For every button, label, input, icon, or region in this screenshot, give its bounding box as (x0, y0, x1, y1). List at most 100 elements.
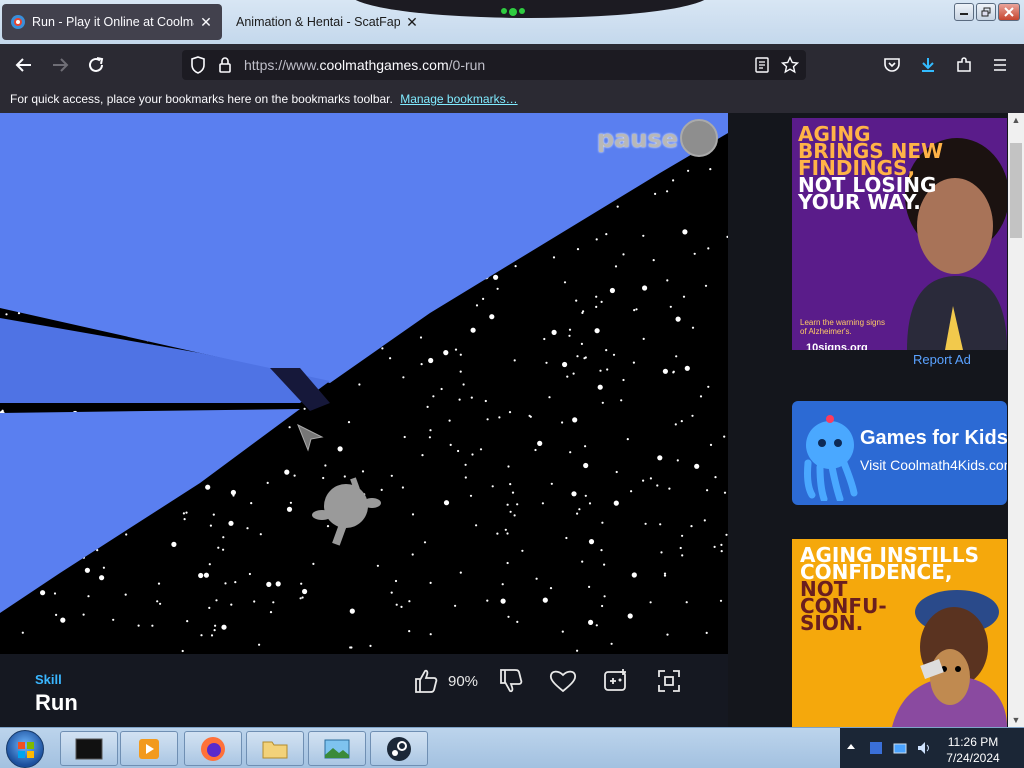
reload-icon[interactable] (85, 54, 107, 76)
star (674, 423, 677, 426)
star (584, 445, 587, 448)
tab-scatfap[interactable]: Animation & Hentai - ScatFap.com ✕ (228, 4, 428, 40)
star (496, 287, 499, 290)
folder-icon (262, 741, 288, 758)
network-icon[interactable] (892, 740, 908, 756)
taskbar-app-photos[interactable] (308, 731, 366, 766)
star (500, 598, 506, 604)
star (284, 469, 290, 475)
tab-run[interactable]: Run - Play it Online at Coolmat ✕ (2, 4, 222, 40)
pause-button[interactable] (680, 119, 718, 157)
menu-icon[interactable] (989, 54, 1011, 76)
star (576, 512, 579, 515)
add-to-playlist-button[interactable] (603, 666, 629, 696)
game-category[interactable]: Skill (35, 672, 62, 687)
close-tab-icon[interactable]: ✕ (198, 14, 214, 31)
star (563, 281, 567, 284)
star (561, 630, 564, 633)
windows-taskbar: 11:26 PM 7/24/2024 (0, 727, 1024, 768)
volume-icon[interactable] (916, 740, 932, 756)
back-icon[interactable] (13, 54, 35, 76)
star (578, 508, 581, 511)
star (432, 395, 435, 398)
star (449, 443, 452, 446)
star (205, 484, 211, 490)
tray-app-icon[interactable] (868, 740, 884, 756)
star (657, 455, 663, 461)
star (605, 233, 608, 236)
star (454, 604, 457, 607)
pause-label[interactable]: pause (597, 125, 678, 153)
manage-bookmarks-link[interactable]: Manage bookmarks… (400, 92, 517, 106)
lock-icon[interactable] (218, 56, 232, 74)
taskbar-app-media-player[interactable] (120, 731, 178, 766)
dislike-button[interactable] (499, 666, 523, 696)
star (358, 383, 361, 386)
scroll-down-icon[interactable]: ▼ (1011, 715, 1021, 725)
game-add-icon (604, 669, 626, 691)
star (569, 451, 572, 454)
scrollbar-thumb[interactable] (1010, 143, 1022, 238)
star (679, 546, 682, 550)
star (571, 491, 577, 497)
star (719, 599, 723, 602)
star (250, 502, 253, 505)
reader-view-icon[interactable] (754, 57, 770, 73)
star (408, 600, 411, 603)
fullscreen-button[interactable] (657, 666, 681, 696)
pocket-icon[interactable] (881, 54, 903, 76)
star (471, 453, 474, 456)
star (706, 489, 709, 492)
star (301, 596, 304, 599)
report-ad-link[interactable]: Report Ad (913, 352, 971, 367)
star (208, 563, 211, 566)
alzheimers-ad[interactable]: AGING BRINGS NEW FINDINGS, NOT LOSING YO… (792, 118, 1007, 350)
downloads-icon[interactable] (917, 54, 939, 76)
star (230, 603, 233, 606)
taskbar-app-terminal[interactable] (60, 731, 118, 766)
bookmark-star-icon[interactable] (781, 56, 799, 74)
star (302, 588, 308, 595)
taskbar-app-firefox[interactable] (184, 731, 242, 766)
shield-icon[interactable] (190, 56, 206, 74)
star (464, 476, 467, 479)
taskbar-app-steam[interactable] (370, 731, 428, 766)
restore-icon[interactable] (976, 3, 996, 21)
star (626, 438, 629, 441)
star (198, 572, 204, 579)
scroll-up-icon[interactable]: ▲ (1011, 115, 1021, 125)
coolmath4kids-ad[interactable]: Games for Kids Visit Coolmath4Kids.com (792, 401, 1007, 505)
star (300, 582, 303, 585)
page-scrollbar[interactable]: ▲ ▼ (1008, 113, 1024, 727)
star (568, 334, 571, 337)
minimize-icon[interactable] (954, 3, 974, 21)
star (222, 536, 225, 539)
close-tab-icon[interactable]: ✕ (404, 14, 420, 31)
taskbar-app-explorer[interactable] (246, 731, 304, 766)
star (534, 448, 537, 452)
favorite-button[interactable] (549, 666, 577, 696)
game-canvas[interactable]: pause (0, 113, 728, 654)
like-button[interactable]: 90% (414, 666, 478, 696)
close-window-icon[interactable] (998, 3, 1020, 21)
aging-confidence-ad[interactable]: AGING INSTILLS CONFIDENCE, NOT CONFU- SI… (792, 539, 1007, 727)
star (709, 168, 712, 171)
url-text[interactable]: https://www.coolmathgames.com/0-run (244, 57, 485, 73)
forward-icon[interactable] (49, 54, 71, 76)
game-title: Run (35, 690, 78, 715)
star (420, 363, 423, 366)
star (183, 518, 186, 521)
star (470, 327, 476, 333)
address-bar[interactable]: https://www.coolmathgames.com/0-run (182, 50, 806, 80)
taskbar-clock[interactable]: 11:26 PM 7/24/2024 (935, 734, 1011, 766)
start-button[interactable] (6, 730, 44, 768)
star (506, 532, 509, 535)
star (613, 500, 619, 506)
star (720, 550, 723, 553)
star (343, 475, 346, 478)
star (457, 449, 460, 453)
star (580, 342, 584, 345)
show-hidden-icons-icon[interactable] (846, 742, 856, 752)
extensions-icon[interactable] (953, 54, 975, 76)
star (703, 519, 706, 522)
